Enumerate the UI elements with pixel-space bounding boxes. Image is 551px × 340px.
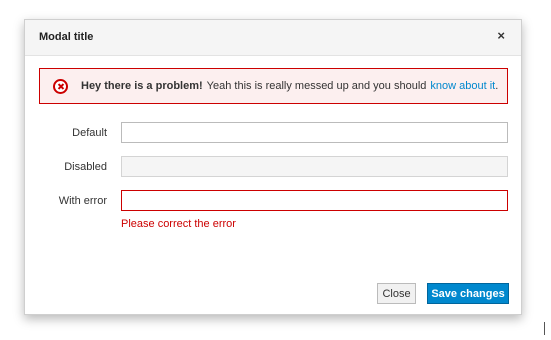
modal-dialog: Modal title × Hey there is a problem! Ye… (24, 19, 522, 315)
alert-heading: Hey there is a problem! (81, 80, 203, 92)
error-label: With error (58, 195, 107, 207)
disabled-label: Disabled (64, 161, 107, 173)
alert-link[interactable]: know about it (430, 80, 495, 92)
alert-period: . (495, 80, 499, 92)
close-icon[interactable]: × (497, 29, 505, 43)
alert-message: Yeah this is really messed up and you sh… (206, 80, 427, 92)
error-alert: Hey there is a problem! Yeah this is rea… (39, 68, 508, 104)
error-circle-icon (53, 78, 68, 94)
modal-title: Modal title (39, 31, 94, 43)
error-message: Please correct the error (121, 218, 236, 230)
close-button[interactable]: Close (377, 283, 416, 304)
error-input[interactable] (121, 190, 508, 211)
default-input[interactable] (121, 122, 508, 143)
save-changes-button[interactable]: Save changes (427, 283, 509, 304)
default-label: Default (72, 127, 107, 139)
modal-header: Modal title × (25, 20, 521, 56)
disabled-input (121, 156, 508, 177)
text-cursor (544, 322, 545, 335)
